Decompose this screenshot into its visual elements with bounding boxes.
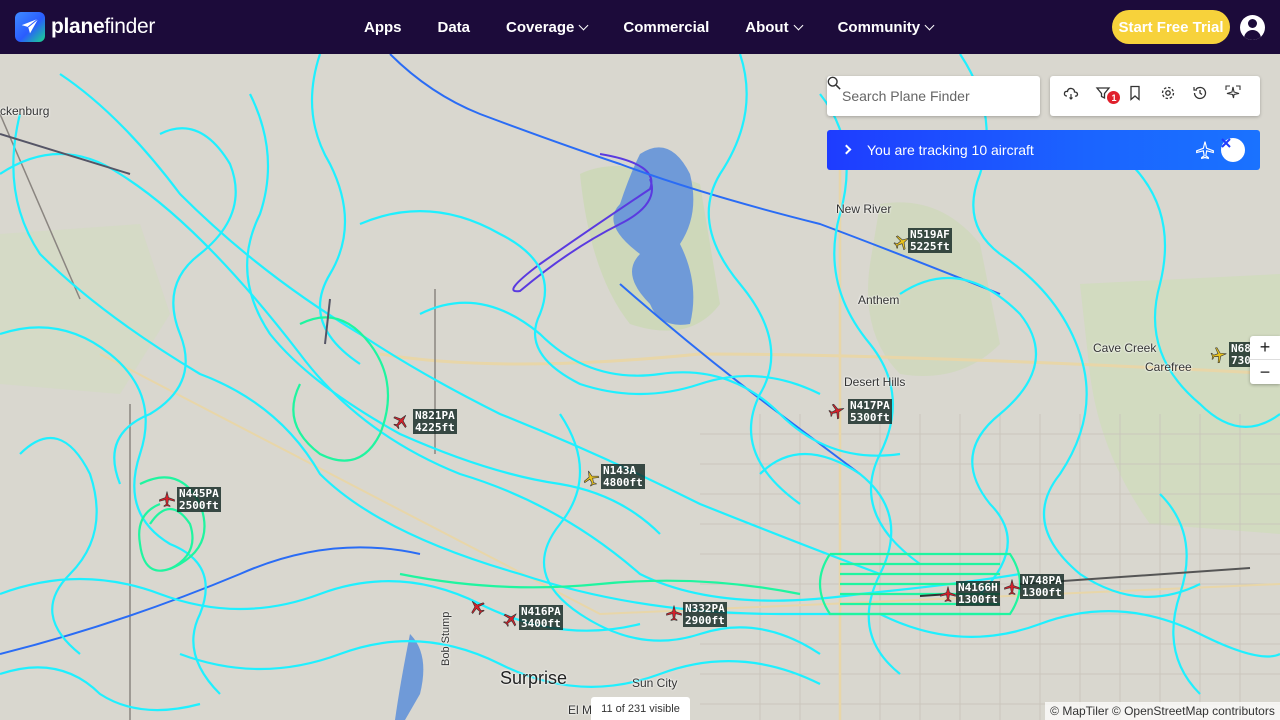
- zoom-out-button[interactable]: −: [1250, 360, 1280, 384]
- place-label: Cave Creek: [1093, 341, 1157, 355]
- nav-community[interactable]: Community: [838, 19, 935, 36]
- place-label-city: Surprise: [500, 668, 568, 688]
- aircraft-icon[interactable]: [665, 604, 683, 622]
- place-label: New River: [836, 202, 892, 216]
- planefinder-logo[interactable]: planefinder: [15, 12, 155, 42]
- place-label: El M: [568, 703, 592, 717]
- logo-wordmark: planefinder: [51, 15, 156, 38]
- aircraft-label-n4166h[interactable]: N4166H 1300ft: [956, 581, 1000, 606]
- aircraft-label-n748pa[interactable]: N748PA 1300ft: [1020, 574, 1064, 599]
- chevron-down-icon: [578, 20, 589, 30]
- aircraft-icon[interactable]: [939, 585, 957, 603]
- aircraft-label-n417pa[interactable]: N417PA 5300ft: [848, 399, 892, 424]
- start-free-trial-button[interactable]: Start Free Trial: [1112, 10, 1230, 44]
- aircraft-label-n416pa[interactable]: N416PA 3400ft: [519, 605, 563, 630]
- aircraft-icon[interactable]: [582, 469, 600, 487]
- top-nav: planefinder Apps Data Coverage Commercia…: [0, 0, 1280, 54]
- aircraft-label-n445pa[interactable]: N445PA 2500ft: [177, 487, 221, 512]
- nav-data[interactable]: Data: [438, 19, 471, 36]
- close-tracking-button[interactable]: [1221, 138, 1245, 162]
- filter-icon[interactable]: 1: [1095, 85, 1121, 107]
- search-bar: [827, 76, 1040, 116]
- aircraft-icon[interactable]: [1210, 346, 1228, 364]
- history-icon[interactable]: [1192, 85, 1214, 107]
- aircraft-label-n519af[interactable]: N519AF 5225ft: [908, 228, 952, 253]
- aircraft-icon[interactable]: [502, 610, 520, 628]
- visible-aircraft-count: 11 of 231 visible: [591, 697, 690, 720]
- aircraft-icon[interactable]: [1003, 578, 1021, 596]
- zoom-control: + −: [1250, 336, 1280, 384]
- filter-count-badge: 1: [1107, 91, 1121, 104]
- tracking-message: You are tracking 10 aircraft: [867, 142, 1034, 158]
- place-label: Carefree: [1145, 360, 1192, 374]
- nav-about[interactable]: About: [745, 19, 804, 36]
- place-label: Anthem: [858, 293, 900, 307]
- map-attribution[interactable]: © MapTiler © OpenStreetMap contributors: [1045, 702, 1280, 720]
- logo-plane-icon: [15, 12, 45, 42]
- ar-view-icon[interactable]: [1225, 85, 1247, 107]
- main-menu: Apps Data Coverage Commercial About Comm…: [364, 0, 969, 54]
- aircraft-label-n143a[interactable]: N143A 4800ft: [601, 464, 645, 489]
- aircraft-icon[interactable]: [158, 490, 176, 508]
- chevron-right-icon[interactable]: [841, 144, 852, 155]
- tracked-aircraft-icon[interactable]: [1195, 140, 1215, 160]
- nav-commercial[interactable]: Commercial: [623, 19, 709, 36]
- weather-cloud-icon[interactable]: [1063, 85, 1085, 107]
- place-label: ckenburg: [0, 104, 50, 118]
- aircraft-icon[interactable]: [828, 402, 846, 420]
- place-label: Desert Hills: [844, 375, 906, 389]
- nav-coverage[interactable]: Coverage: [506, 19, 589, 36]
- aircraft-icon[interactable]: [468, 598, 486, 616]
- close-icon: [1221, 138, 1231, 148]
- zoom-in-button[interactable]: +: [1250, 336, 1280, 360]
- search-input[interactable]: [827, 88, 997, 104]
- map-toolbar: 1: [1050, 76, 1260, 116]
- chevron-down-icon: [793, 20, 804, 30]
- flight-map[interactable]: ckenburg New River Anthem Desert Hills C…: [0, 54, 1280, 720]
- chevron-down-icon: [924, 20, 935, 30]
- place-label: Sun City: [632, 676, 678, 690]
- search-icon[interactable]: [827, 76, 841, 90]
- aircraft-icon[interactable]: [392, 412, 410, 430]
- road-label: Bob Stump: [440, 611, 452, 666]
- nav-apps[interactable]: Apps: [364, 19, 402, 36]
- bookmark-icon[interactable]: [1128, 85, 1150, 107]
- aircraft-label-n821pa[interactable]: N821PA 4225ft: [413, 409, 457, 434]
- user-circle-icon[interactable]: [1240, 15, 1265, 40]
- tracking-banner[interactable]: You are tracking 10 aircraft: [827, 130, 1260, 170]
- gear-icon[interactable]: [1160, 85, 1182, 107]
- aircraft-label-n332pa[interactable]: N332PA 2900ft: [683, 602, 727, 627]
